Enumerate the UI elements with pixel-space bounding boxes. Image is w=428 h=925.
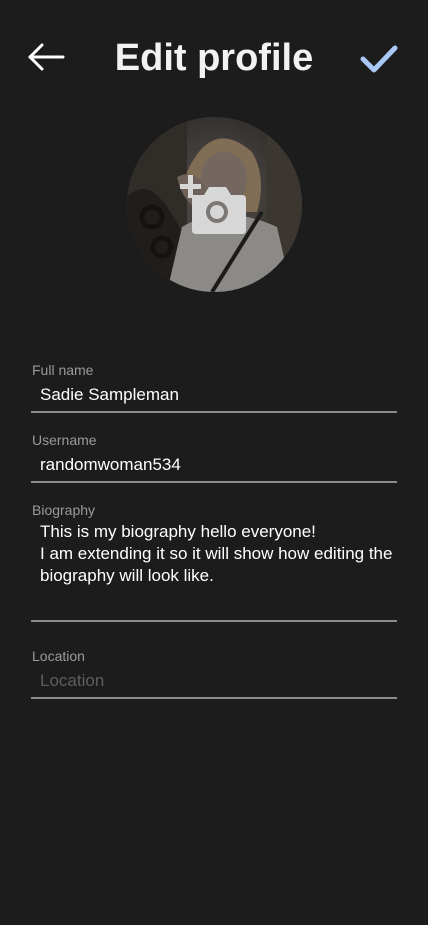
biography-input[interactable]: This is my biography hello everyone! I a… bbox=[31, 521, 397, 622]
location-field: Location bbox=[31, 648, 397, 699]
username-input[interactable] bbox=[31, 451, 397, 483]
username-field: Username bbox=[31, 432, 397, 483]
username-label: Username bbox=[32, 432, 97, 448]
top-bar: Edit profile bbox=[0, 0, 428, 115]
save-button[interactable] bbox=[358, 42, 400, 78]
biography-field: Biography This is my biography hello eve… bbox=[31, 502, 397, 622]
full-name-field: Full name bbox=[31, 362, 397, 413]
full-name-label: Full name bbox=[32, 362, 94, 378]
add-photo-camera-icon[interactable] bbox=[180, 175, 248, 235]
back-button[interactable] bbox=[26, 40, 66, 74]
arrow-left-icon bbox=[28, 43, 65, 71]
location-label: Location bbox=[32, 648, 85, 664]
checkmark-icon bbox=[360, 45, 398, 73]
full-name-input[interactable] bbox=[31, 381, 397, 413]
location-input[interactable] bbox=[31, 667, 397, 699]
biography-label: Biography bbox=[32, 502, 96, 518]
